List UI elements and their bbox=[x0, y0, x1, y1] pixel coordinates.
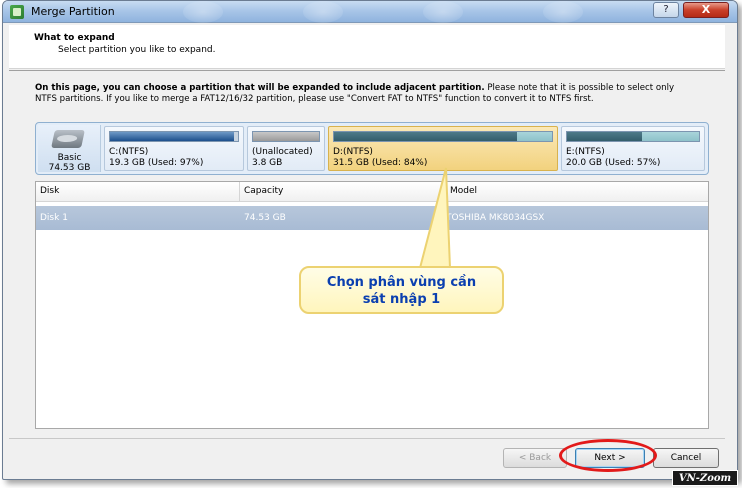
watermark-logo: VN-Zoom bbox=[672, 470, 738, 486]
annotation-line-2: sát nhập 1 bbox=[362, 292, 441, 307]
annotation-callout: Chọn phân vùng cần sát nhập 1 bbox=[299, 266, 504, 314]
callout-pointer bbox=[418, 167, 452, 269]
annotation-line-1: Chọn phân vùng cần bbox=[326, 275, 477, 290]
callout-tail bbox=[418, 167, 452, 269]
